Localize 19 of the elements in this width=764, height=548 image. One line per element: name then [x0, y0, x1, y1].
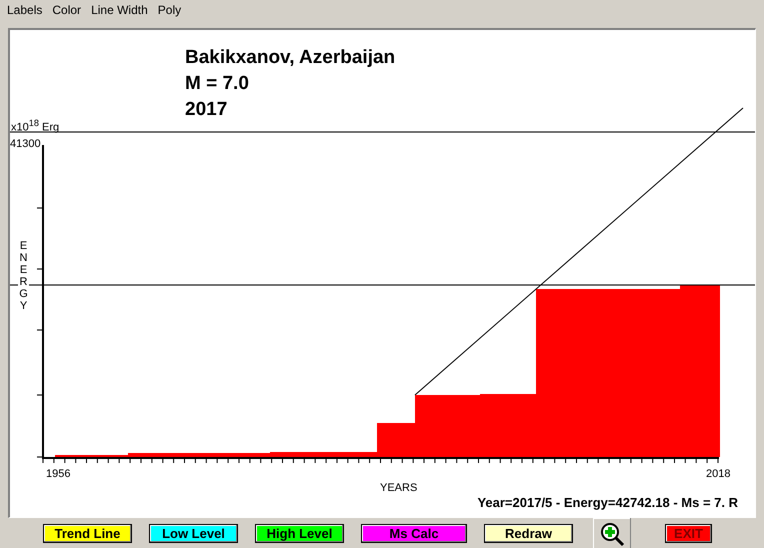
- toolbar-button[interactable]: Redraw: [484, 524, 573, 543]
- menu-item[interactable]: Line Width: [86, 2, 153, 16]
- chart-title: Bakikxanov, Azerbaijan: [185, 46, 396, 70]
- menu-item[interactable]: Poly: [152, 2, 186, 16]
- x-axis-title: YEARS: [380, 482, 418, 494]
- toolbar-button[interactable]: Low Level: [149, 524, 238, 543]
- chart-title: 2017: [185, 98, 228, 122]
- y-axis-max-label: 41300: [10, 138, 41, 150]
- status-text: Year=2017/5 - Energy=42742.18 - Ms = 7. R: [477, 495, 738, 510]
- toolbar-button[interactable]: Ms Calc: [361, 524, 467, 543]
- chart-title: M = 7.0: [185, 72, 250, 96]
- x-axis-start-label: 1956: [46, 468, 70, 480]
- zoom-in-button[interactable]: [593, 518, 631, 548]
- zoom-in-icon: [599, 520, 625, 546]
- menu-item[interactable]: Labels: [2, 2, 48, 16]
- toolbar-button[interactable]: High Level: [255, 524, 344, 543]
- x-axis-end-label: 2018: [706, 468, 730, 480]
- toolbar-button[interactable]: Trend Line: [43, 524, 132, 543]
- menu-item[interactable]: Color: [47, 2, 86, 16]
